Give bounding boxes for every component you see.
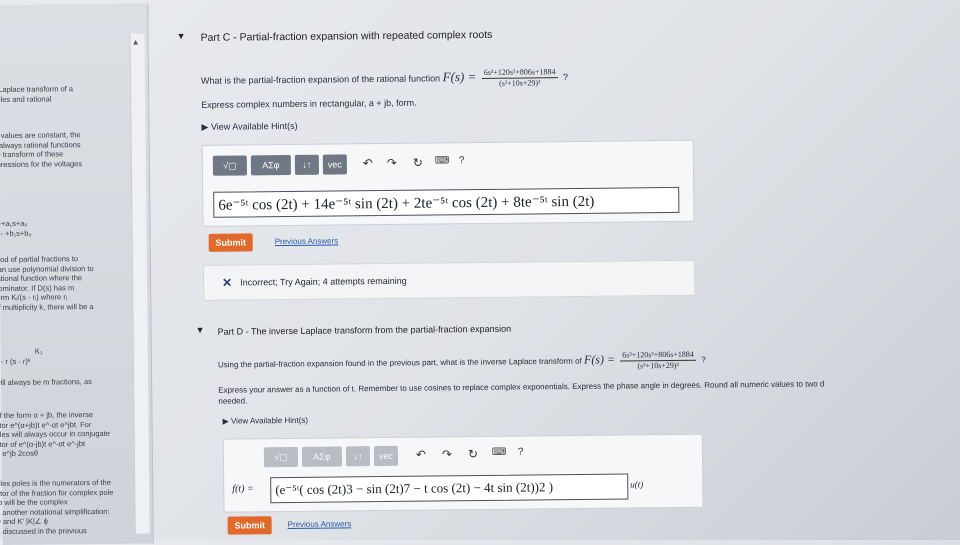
- part-c-previous-answers-link[interactable]: Previous Answers: [275, 236, 339, 246]
- part-d-hints-link[interactable]: ▶ View Available Hint(s): [223, 416, 309, 426]
- scroll-up-arrow-icon[interactable]: ▲: [132, 38, 140, 48]
- question-text: What is the partial-fraction expansion o…: [200, 73, 441, 86]
- fraction-denominator: (s²+10s+29)²: [498, 78, 541, 88]
- reset-icon[interactable]: ↻: [468, 447, 478, 461]
- part-d-collapse-icon[interactable]: ▼: [196, 325, 205, 335]
- sidebar-line: d.: [0, 103, 142, 114]
- help-button[interactable]: ?: [518, 447, 524, 458]
- help-button[interactable]: ?: [459, 155, 465, 166]
- part-d-submit-button[interactable]: Submit: [227, 516, 272, 535]
- vector-button[interactable]: vec: [322, 154, 347, 175]
- sidebar-text-block-4: thod of partial fractions to can use pol…: [0, 254, 144, 313]
- sidebar-line: xpressions for the voltages: [0, 158, 83, 169]
- sidebar-line: s - r (s - r)ᵏ: [0, 356, 31, 366]
- sidebar-text-block-7: plex poles is the numerators of the ctor…: [0, 478, 147, 537]
- hints-label: View Available Hint(s): [210, 120, 298, 132]
- part-d-question: Using the partial-fraction expansion fou…: [217, 349, 706, 376]
- hints-label: View Available Hint(s): [230, 415, 309, 426]
- part-c-question: What is the partial-fraction expansion o…: [201, 67, 568, 92]
- part-d-answer-input[interactable]: (e⁻⁵ᵗ( cos (2t)3 − sin (2t)7 − t cos (2t…: [270, 473, 629, 504]
- f-of-t-label: f(t) =: [232, 483, 254, 495]
- sidebar-text-block-3: ---+a₁s+a₀ +-- +b₁s+b₀: [0, 218, 144, 239]
- rational-function-fraction: 6s³+120s²+806s+1884 (s²+10s+29)²: [481, 67, 558, 89]
- part-c-collapse-icon[interactable]: ▼: [176, 31, 185, 41]
- incorrect-x-icon: ✕: [222, 275, 233, 290]
- sidebar-text-block-5: K₁ s - r (s - r)ᵏ will always be m fract…: [0, 346, 145, 388]
- subscript-superscript-button[interactable]: ↓↑: [294, 154, 319, 175]
- keyboard-icon[interactable]: ⌨: [435, 155, 450, 166]
- part-d-title: Part D - The inverse Laplace transform f…: [217, 323, 512, 337]
- part-d-answer-box: √▢ ΑΣφ ↓↑ vec ↶ ↷ ↻ ⌨ ? f(t) = (e⁻⁵ᵗ( co…: [222, 433, 704, 513]
- function-label: F(s) =: [442, 68, 477, 85]
- rational-function-fraction: 6s³+120s²+806s+1884 (s²+10s+29)²: [620, 349, 696, 372]
- reset-icon[interactable]: ↻: [413, 156, 423, 170]
- part-c-answer-box: √▢ ΑΣφ ↓↑ vec ↶ ↷ ↻ ⌨ ? 6e⁻⁵ᵗ cos (2t) +…: [201, 139, 695, 227]
- greek-symbols-button[interactable]: ΑΣφ: [250, 154, 291, 176]
- question-mark: ?: [701, 355, 706, 365]
- sidebar-line: will always be m fractions, as: [0, 377, 92, 388]
- undo-icon[interactable]: ↶: [363, 156, 373, 170]
- part-c-answer-input[interactable]: 6e⁻⁵ᵗ cos (2t) + 14e⁻⁵ᵗ sin (2t) + 2te⁻⁵…: [213, 186, 680, 218]
- question-mark: ?: [562, 71, 569, 82]
- question-text: Using the partial-fraction expansion fou…: [217, 356, 582, 370]
- sidebar-panel: e Laplace transform of a poles and ratio…: [0, 3, 154, 545]
- sidebar-line: s discussed in the previous: [0, 525, 87, 536]
- triangle-right-icon: ▶: [201, 121, 209, 132]
- undo-icon[interactable]: ↶: [416, 448, 426, 462]
- part-d-instruction-continued: needed.: [218, 396, 248, 406]
- sidebar-scrollbar[interactable]: [129, 33, 150, 534]
- sidebar-text-block-1: e Laplace transform of a poles and ratio…: [0, 84, 142, 114]
- fraction-numerator: 6s³+120s²+806s+1884: [620, 349, 696, 362]
- keyboard-icon[interactable]: ⌨: [492, 447, 507, 458]
- fraction-denominator: (s²+10s+29)²: [637, 360, 679, 371]
- vector-button[interactable]: vec: [373, 445, 399, 467]
- part-d-previous-answers-link[interactable]: Previous Answers: [288, 519, 352, 529]
- greek-symbols-button[interactable]: ΑΣφ: [301, 446, 343, 467]
- unit-step-suffix: u(t): [630, 479, 644, 490]
- feedback-text: Incorrect; Try Again; 4 attempts remaini…: [240, 275, 407, 288]
- redo-icon[interactable]: ↷: [387, 156, 397, 170]
- fraction-numerator: 6s³+120s²+806s+1884: [481, 67, 558, 79]
- redo-icon[interactable]: ↷: [442, 447, 452, 461]
- sidebar-text-block-6: of the form α + jb, the inverse ctor e^(…: [0, 410, 146, 459]
- sidebar-text-block-2: nt values are constant, the e always rat…: [0, 130, 143, 170]
- part-c-feedback: ✕ Incorrect; Try Again; 4 attempts remai…: [202, 259, 696, 301]
- sidebar-line: + e^jb 2cosθ: [0, 448, 39, 459]
- part-c-hints-link[interactable]: ▶ View Available Hint(s): [201, 121, 297, 133]
- function-label: F(s) =: [583, 352, 616, 367]
- part-c-title: Part C - Partial-fraction expansion with…: [200, 28, 493, 44]
- sidebar-line: +-- +b₁s+b₀: [0, 228, 32, 238]
- subscript-superscript-button[interactable]: ↓↑: [345, 446, 371, 467]
- templates-button[interactable]: √▢: [212, 155, 247, 176]
- part-c-instruction: Express complex numbers in rectangular, …: [201, 97, 417, 110]
- sidebar-line: of multiplicity k, there will be a: [0, 301, 94, 312]
- main-content: ▼ Part C - Partial-fraction expansion wi…: [162, 0, 960, 543]
- triangle-right-icon: ▶: [222, 416, 229, 426]
- part-c-submit-button[interactable]: Submit: [208, 233, 253, 252]
- templates-button[interactable]: √▢: [263, 446, 299, 468]
- part-d-instruction: Express your answer as a function of t. …: [218, 379, 825, 395]
